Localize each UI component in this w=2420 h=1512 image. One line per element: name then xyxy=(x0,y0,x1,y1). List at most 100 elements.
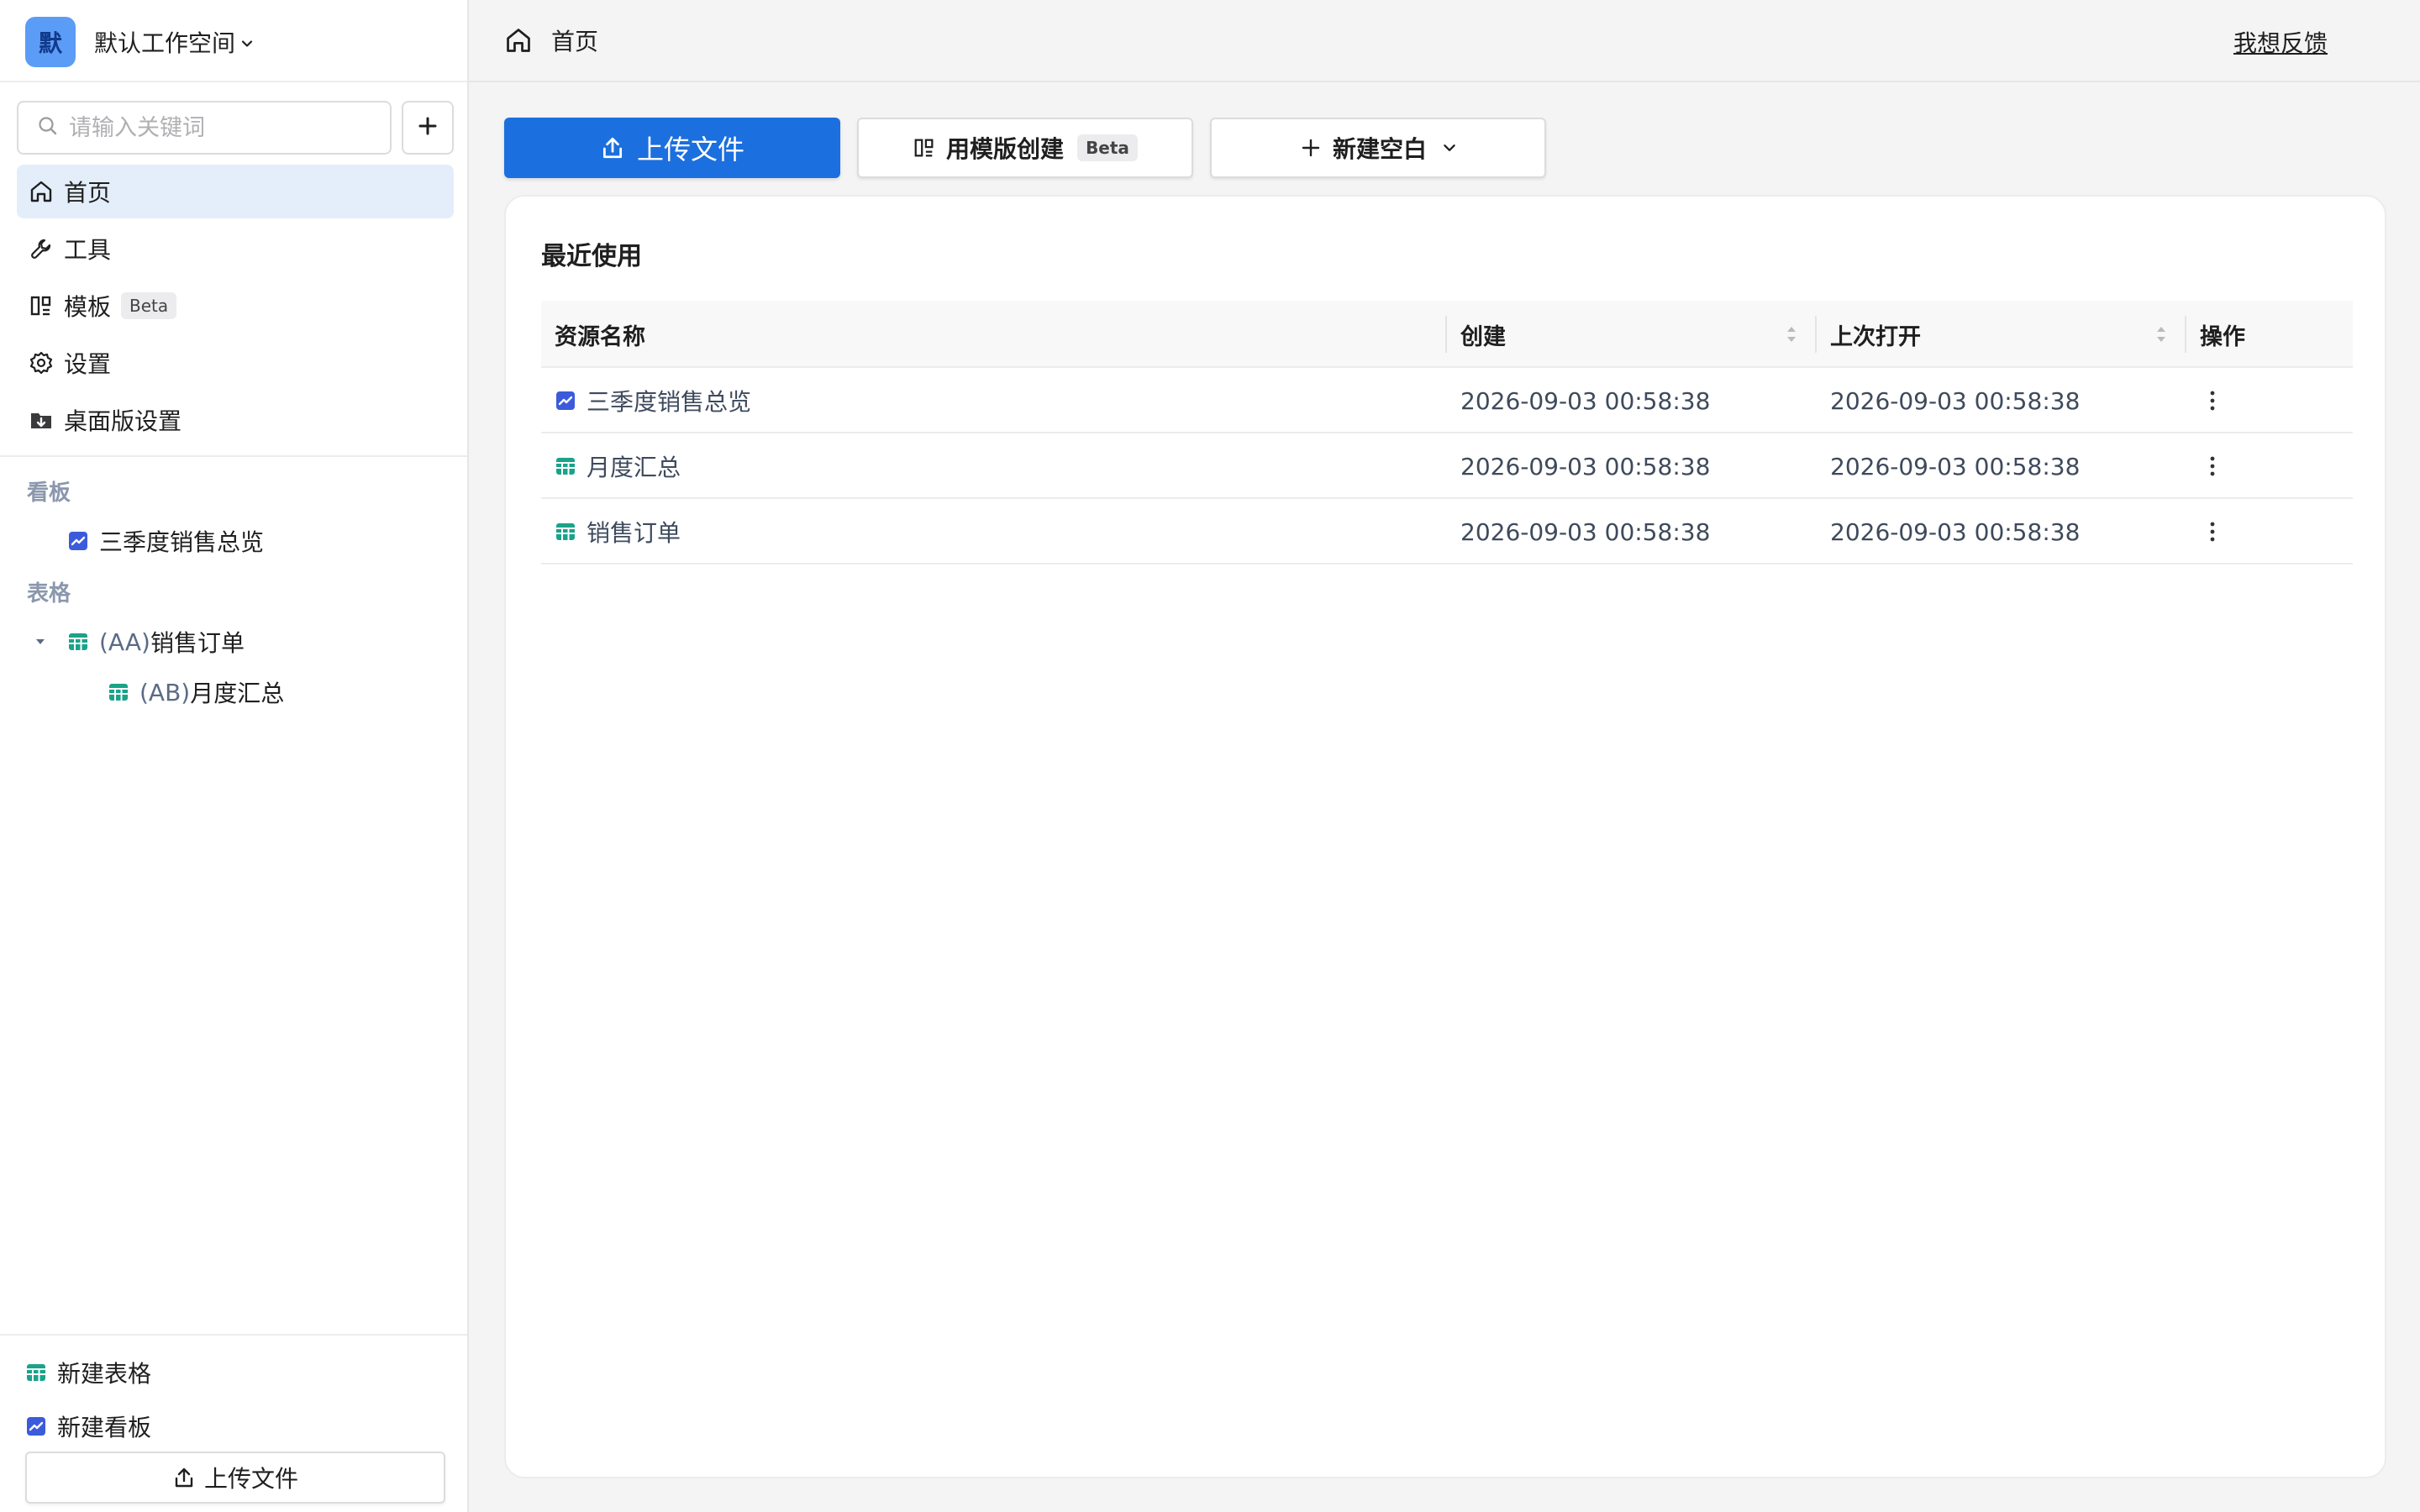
template-icon xyxy=(27,291,55,320)
table-row[interactable]: 三季度销售总览 2026-09-03 00:58:38 2026-09-03 0… xyxy=(541,368,2353,433)
resource-name-cell[interactable]: 三季度销售总览 xyxy=(555,368,751,433)
upload-icon xyxy=(172,1466,196,1489)
upload-file-button[interactable]: 上传文件 xyxy=(504,118,840,178)
create-from-template-button[interactable]: 用模版创建 Beta xyxy=(857,118,1193,178)
column-header-opened[interactable]: 上次打开 xyxy=(1830,301,1921,368)
gear-icon xyxy=(27,349,55,377)
tree-item-prefix: (AB) xyxy=(139,678,191,706)
table-row[interactable]: 月度汇总 2026-09-03 00:58:38 2026-09-03 00:5… xyxy=(541,433,2353,499)
search-icon xyxy=(37,115,59,140)
more-icon[interactable] xyxy=(2200,388,2225,413)
folder-download-icon xyxy=(27,406,55,434)
table-row[interactable]: 销售订单 2026-09-03 00:58:38 2026-09-03 00:5… xyxy=(541,499,2353,564)
recent-table: 资源名称 创建 上次打开 操作 三季度销售总览 2026-09-03 00:58… xyxy=(541,301,2353,564)
column-divider xyxy=(1815,316,1817,353)
sidebar-item-label: 桌面版设置 xyxy=(64,407,182,435)
recent-title: 最近使用 xyxy=(541,242,642,271)
board-icon xyxy=(25,1415,47,1437)
opened-cell: 2026-09-03 00:58:38 xyxy=(1830,452,2081,480)
tree-item-label: 月度汇总 xyxy=(190,680,285,707)
column-divider xyxy=(2185,316,2186,353)
home-icon xyxy=(27,177,55,206)
breadcrumb: 首页 xyxy=(504,24,598,57)
sidebar-item-templates[interactable]: 模板 Beta xyxy=(17,279,454,333)
tree-item-table-aa[interactable]: (AA) 销售订单 xyxy=(67,625,245,659)
wrench-icon xyxy=(27,234,55,263)
sidebar-bottom-divider xyxy=(0,1334,467,1336)
column-header-name: 资源名称 xyxy=(555,323,645,350)
sort-icon[interactable] xyxy=(2154,323,2168,346)
sidebar-item-label: 工具 xyxy=(64,236,112,264)
more-icon[interactable] xyxy=(2200,519,2225,544)
column-header-created[interactable]: 创建 xyxy=(1460,301,1506,368)
plus-icon xyxy=(1299,136,1323,160)
column-header-actions: 操作 xyxy=(2200,323,2245,350)
board-icon xyxy=(67,530,89,552)
resource-name: 月度汇总 xyxy=(587,454,681,481)
resource-name: 销售订单 xyxy=(587,519,681,547)
topbar: 首页 我想反馈 xyxy=(469,0,2420,82)
beta-badge: Beta xyxy=(1077,134,1138,161)
sidebar-item-tools[interactable]: 工具 xyxy=(17,222,454,276)
table-header: 资源名称 创建 上次打开 操作 xyxy=(541,301,2353,368)
recent-card: 最近使用 资源名称 创建 上次打开 操作 三季度销售总览 2026-09-03 … xyxy=(504,195,2386,1478)
breadcrumb-label: 首页 xyxy=(551,28,599,55)
home-icon xyxy=(504,26,533,55)
caret-down-icon[interactable] xyxy=(32,633,49,650)
sidebar-upload-label: 上传文件 xyxy=(203,1465,298,1493)
tree-item-board[interactable]: 三季度销售总览 xyxy=(67,524,264,558)
add-button[interactable] xyxy=(402,101,454,155)
search-input[interactable] xyxy=(69,114,371,141)
tree-item-table-ab[interactable]: (AB) 月度汇总 xyxy=(108,675,284,709)
new-blank-button[interactable]: 新建空白 xyxy=(1210,118,1546,178)
section-label-boards: 看板 xyxy=(27,480,71,506)
beta-badge: Beta xyxy=(121,292,177,319)
feedback-link[interactable]: 我想反馈 xyxy=(2233,25,2328,59)
new-blank-label: 新建空白 xyxy=(1332,135,1427,163)
workspace-avatar[interactable]: 默 xyxy=(25,17,76,67)
tree-item-prefix: (AA) xyxy=(99,627,150,656)
new-table-label: 新建表格 xyxy=(57,1360,152,1388)
tree-item-label: 销售订单 xyxy=(150,629,245,657)
template-icon xyxy=(913,136,936,160)
section-label-tables: 表格 xyxy=(27,581,71,606)
upload-icon xyxy=(600,135,625,160)
table-icon xyxy=(555,455,576,477)
tree-item-label: 三季度销售总览 xyxy=(99,528,265,556)
sidebar-item-home[interactable]: 首页 xyxy=(17,165,454,218)
workspace-switcher[interactable]: 默认工作空间 xyxy=(94,25,254,59)
table-icon xyxy=(25,1362,47,1383)
new-table-button[interactable]: 新建表格 xyxy=(25,1356,151,1389)
table-icon xyxy=(108,681,129,703)
resource-name-cell[interactable]: 月度汇总 xyxy=(555,433,681,499)
sidebar-item-desktop-settings[interactable]: 桌面版设置 xyxy=(17,393,454,447)
opened-cell: 2026-09-03 00:58:38 xyxy=(1830,517,2081,546)
upload-file-label: 上传文件 xyxy=(636,134,744,165)
sidebar-upload-button[interactable]: 上传文件 xyxy=(25,1452,445,1504)
sidebar: 默 默认工作空间 首页 工具 模板 Be xyxy=(0,0,469,1512)
new-board-label: 新建看板 xyxy=(57,1414,152,1441)
workspace-header: 默 默认工作空间 xyxy=(0,0,467,82)
table-icon xyxy=(555,521,576,543)
created-cell: 2026-09-03 00:58:38 xyxy=(1460,386,1711,415)
table-icon xyxy=(67,631,89,653)
more-icon[interactable] xyxy=(2200,454,2225,479)
search-box xyxy=(17,101,392,155)
create-from-template-label: 用模版创建 xyxy=(946,135,1065,163)
sidebar-item-label: 首页 xyxy=(64,179,112,207)
sidebar-item-settings[interactable]: 设置 xyxy=(17,336,454,390)
sort-icon[interactable] xyxy=(1785,323,1798,346)
created-cell: 2026-09-03 00:58:38 xyxy=(1460,452,1711,480)
resource-name-cell[interactable]: 销售订单 xyxy=(555,499,681,564)
new-board-button[interactable]: 新建看板 xyxy=(25,1410,151,1443)
sidebar-item-label: 模板 xyxy=(64,293,112,321)
resource-name: 三季度销售总览 xyxy=(587,388,752,416)
opened-cell: 2026-09-03 00:58:38 xyxy=(1830,386,2081,415)
chevron-down-icon xyxy=(1442,140,1457,155)
chevron-down-icon xyxy=(240,29,254,56)
column-divider xyxy=(1445,316,1447,353)
sidebar-item-label: 设置 xyxy=(64,350,112,378)
sidebar-divider xyxy=(0,455,467,457)
plus-icon xyxy=(416,114,439,141)
board-icon xyxy=(555,390,576,412)
